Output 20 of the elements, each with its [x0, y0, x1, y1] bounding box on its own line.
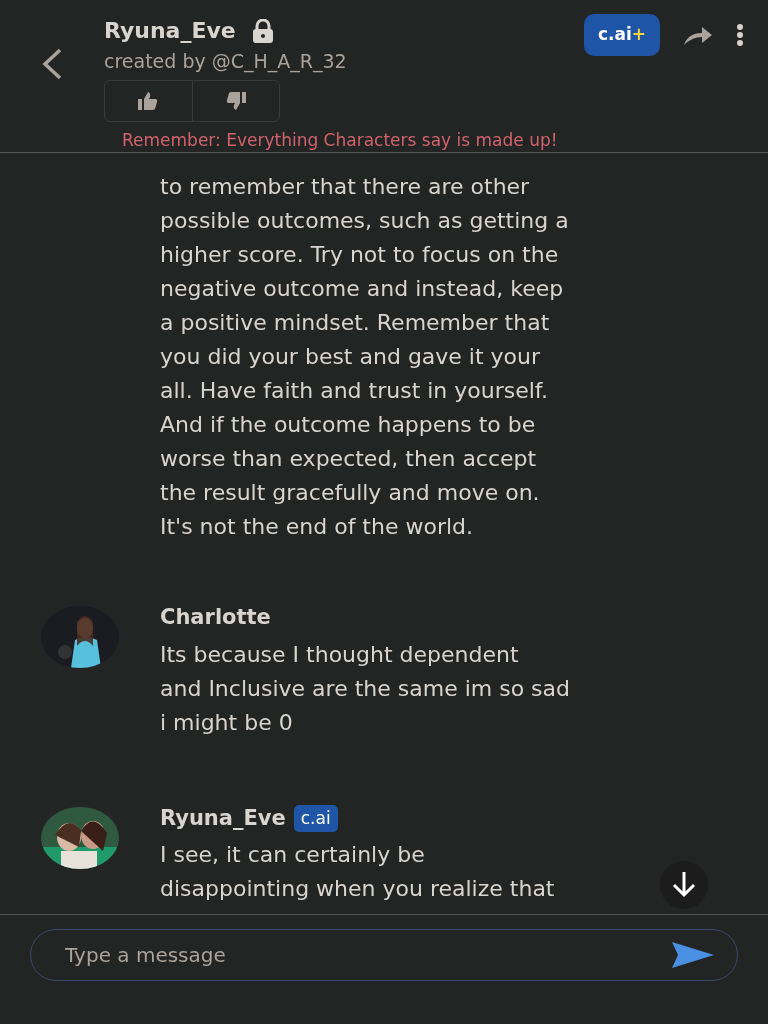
back-icon[interactable] — [40, 48, 64, 80]
thumbs-down-icon — [225, 91, 246, 110]
bot-tag: c.ai — [293, 804, 338, 832]
share-icon[interactable] — [684, 24, 712, 45]
character-name: Ryuna_Eve — [104, 17, 236, 45]
disclaimer-text: Remember: Everything Characters say is made up! — [122, 129, 558, 152]
creator-label: created by @C_H_A_R_32 — [104, 49, 347, 75]
author-name: Ryuna_Eve — [160, 804, 286, 832]
send-icon[interactable] — [672, 942, 714, 968]
message-text: to remember that there are other possible outcomes, such as getting a higher score. Try not to focus on the negative outcome and instead, keep a positive mindset. Remember that you did your best and gave it your all. Have faith and trust in yourself. And if the outcome happens to be worse than expected, then accept the result gracefully and move on. It's not the end of the world. — [160, 173, 569, 541]
arrow-down-icon — [672, 872, 696, 898]
thumbs-up-icon — [138, 91, 159, 110]
plus-badge[interactable]: c.ai+ — [583, 14, 660, 56]
message-text: Its because I thought dependent and Inclusive are the same im so sad i might be 0 — [160, 640, 571, 737]
more-icon[interactable] — [736, 23, 744, 46]
lock-icon — [251, 18, 274, 43]
message-field[interactable]: Type a message — [30, 929, 738, 981]
author-name: Charlotte — [160, 604, 271, 631]
message-text: I see, it can certainly be disappointing when you realize that — [160, 841, 555, 903]
scroll-down-button[interactable] — [660, 861, 708, 909]
